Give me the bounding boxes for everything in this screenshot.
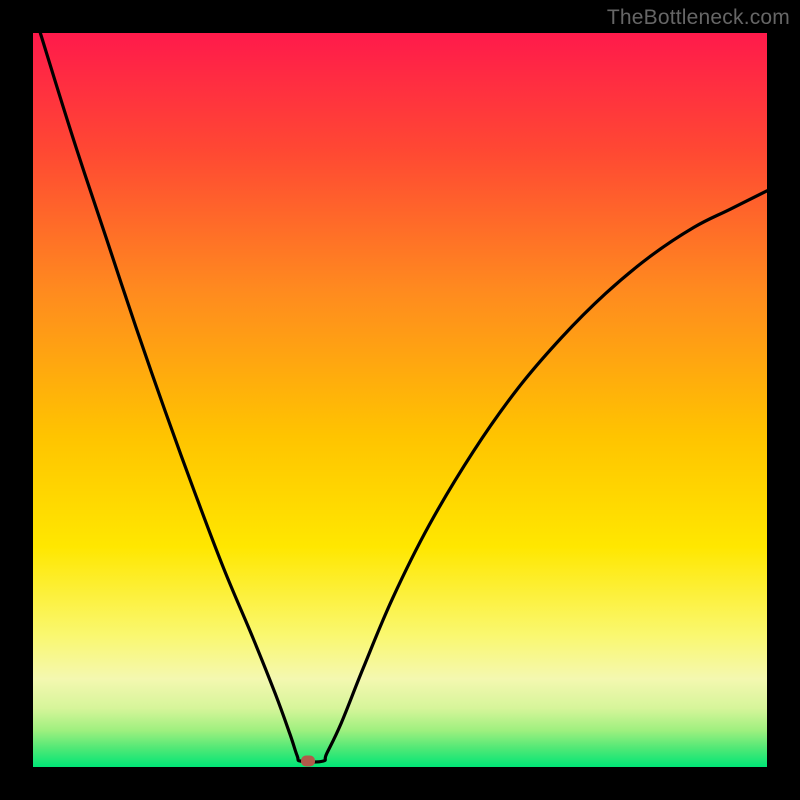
chart-container: TheBottleneck.com: [0, 0, 800, 800]
plot-area: [33, 33, 767, 767]
watermark-text: TheBottleneck.com: [607, 6, 790, 30]
optimal-point-marker: [301, 756, 315, 767]
bottleneck-curve: [33, 33, 767, 767]
